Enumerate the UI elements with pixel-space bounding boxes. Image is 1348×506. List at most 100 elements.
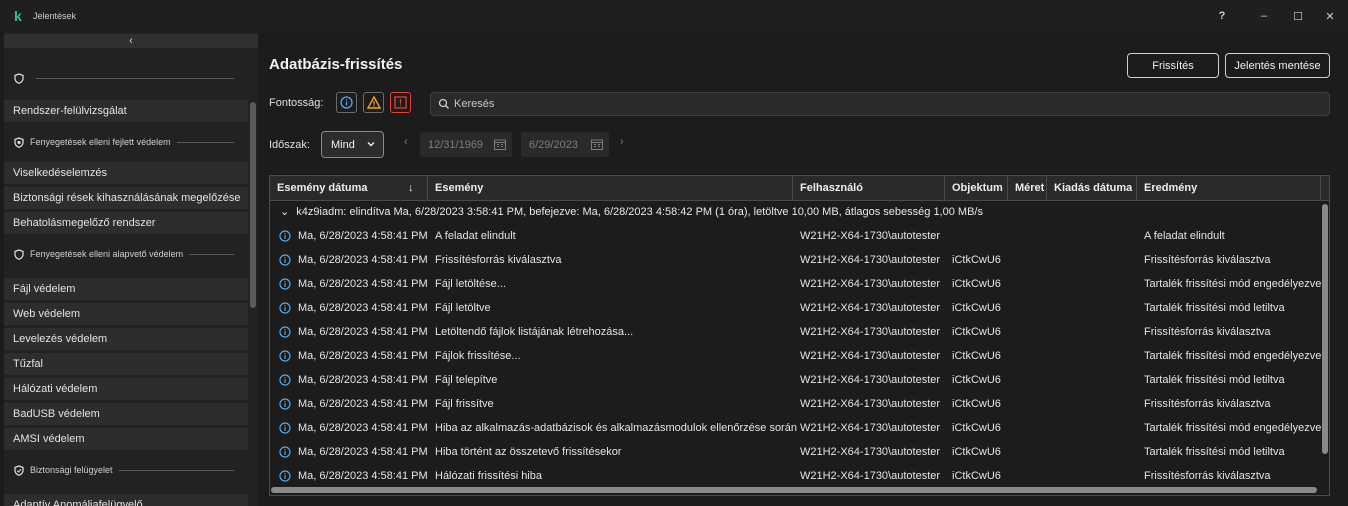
sidebar-item-badusb-protection[interactable]: BadUSB védelem <box>4 403 248 425</box>
sidebar-section-label: Fenyegetések elleni alapvető védelem <box>30 249 184 259</box>
events-table: Esemény dátuma ↓ Esemény Felhasználó Obj… <box>269 175 1330 496</box>
sidebar-section-top <box>4 64 248 92</box>
cell-event: Fájl telepítve <box>435 374 498 386</box>
table-row[interactable]: Ma, 6/28/2023 4:58:41 PM Letöltendő fájlo… <box>270 320 1320 344</box>
cell-event: Hálózati frissítési hiba <box>435 470 542 482</box>
sidebar-item-behavior-analysis[interactable]: Viselkedéselemzés <box>4 162 248 184</box>
cell-user: W21H2-X64-1730\autotester <box>800 446 941 458</box>
cell-date: Ma, 6/28/2023 4:58:41 PM <box>298 302 428 314</box>
cell-user: W21H2-X64-1730\autotester <box>800 278 941 290</box>
prev-period-button[interactable]: ‹ <box>404 136 408 148</box>
cell-date: Ma, 6/28/2023 4:58:41 PM <box>298 326 428 338</box>
cell-user: W21H2-X64-1730\autotester <box>800 302 941 314</box>
chevron-down-icon[interactable]: ⌄ <box>280 206 289 218</box>
column-header-object[interactable]: Objektum <box>945 176 1008 200</box>
info-icon <box>279 230 291 242</box>
cell-result: Frissítésforrás kiválasztva <box>1144 254 1271 266</box>
cell-event: Letöltendő fájlok listájának létrehozása… <box>435 326 634 338</box>
calendar-icon <box>591 139 603 150</box>
warning-icon <box>366 96 381 109</box>
table-row[interactable]: Ma, 6/28/2023 4:58:41 PM Hiba az alkalmaz… <box>270 416 1321 440</box>
update-button[interactable]: Frissítés <box>1127 53 1219 78</box>
period-label: Időszak: <box>269 139 310 151</box>
shield-icon <box>14 248 24 260</box>
table-vertical-scrollbar[interactable] <box>1322 204 1328 454</box>
sidebar-scrollbar[interactable] <box>250 102 256 308</box>
column-header-date[interactable]: Esemény dátuma ↓ <box>270 176 428 200</box>
severity-label: Fontosság: <box>269 97 324 109</box>
sidebar-item-anomaly-control[interactable]: Adaptív Anomáliafelügyelő <box>4 494 248 506</box>
cell-object: iCtkCwU6 <box>952 326 1001 338</box>
cell-result: Tartalék frissítési mód engedélyezve <box>1144 350 1322 362</box>
cell-object: iCtkCwU6 <box>952 302 1001 314</box>
cell-date: Ma, 6/28/2023 4:58:41 PM <box>298 470 428 482</box>
cell-result: A feladat elindult <box>1144 230 1225 242</box>
table-row[interactable]: Ma, 6/28/2023 4:58:41 PM Frissítésforrás … <box>270 248 1320 272</box>
cell-date: Ma, 6/28/2023 4:58:41 PM <box>298 350 428 362</box>
date-from-input[interactable]: 12/31/1969 <box>420 132 512 157</box>
sidebar-item-amsi-protection[interactable]: AMSI védelem <box>4 428 248 450</box>
calendar-icon <box>494 139 506 150</box>
date-to-input[interactable]: 6/29/2023 <box>521 132 609 157</box>
cell-result: Tartalék frissítési mód letiltva <box>1144 302 1285 314</box>
sidebar-item-system-scan[interactable]: Rendszer-felülvizsgálat <box>4 100 248 122</box>
cell-result: Frissítésforrás kiválasztva <box>1144 326 1271 338</box>
severity-critical-toggle[interactable] <box>390 92 411 113</box>
column-header-release-date[interactable]: Kiadás dátuma <box>1047 176 1137 200</box>
sidebar-item-mail-protection[interactable]: Levelezés védelem <box>4 328 248 350</box>
shield-eye-icon <box>14 136 24 148</box>
sidebar-item-exploit-prevention[interactable]: Biztonsági rések kihasználásának megelőz… <box>4 187 248 209</box>
cell-user: W21H2-X64-1730\autotester <box>800 398 941 410</box>
close-button[interactable]: ✕ <box>1312 0 1348 32</box>
cell-event: Fájl letöltve <box>435 302 491 314</box>
info-icon <box>340 96 353 109</box>
sidebar-item-firewall[interactable]: Tűzfal <box>4 353 248 375</box>
task-group-summary: k4z9iadm: elindítva Ma, 6/28/2023 3:58:4… <box>296 206 983 218</box>
table-row[interactable]: Ma, 6/28/2023 4:58:41 PM Hálózati frissít… <box>270 464 1320 488</box>
severity-warning-toggle[interactable] <box>363 92 384 113</box>
kaspersky-logo-icon: k <box>14 8 22 24</box>
cell-date: Ma, 6/28/2023 4:58:41 PM <box>298 230 428 242</box>
table-row[interactable]: Ma, 6/28/2023 4:58:41 PM A feladat elindu… <box>270 224 1320 248</box>
chevron-down-icon <box>367 142 375 147</box>
minimize-button[interactable]: – <box>1246 0 1282 32</box>
date-from-value: 12/31/1969 <box>428 138 484 151</box>
table-row[interactable]: Ma, 6/28/2023 4:58:41 PM Fájl letöltve W21… <box>270 296 1320 320</box>
sidebar-item-file-protection[interactable]: Fájl védelem <box>4 278 248 300</box>
sidebar-item-web-protection[interactable]: Web védelem <box>4 303 248 325</box>
sidebar-item-network-protection[interactable]: Hálózati védelem <box>4 378 248 400</box>
cell-event: Fájlok frissítése... <box>435 350 521 362</box>
column-header-result[interactable]: Eredmény <box>1137 176 1321 200</box>
table-horizontal-scrollbar[interactable] <box>271 487 1317 493</box>
help-button[interactable]: ? <box>1204 0 1240 32</box>
maximize-button[interactable]: ☐ <box>1280 0 1316 32</box>
sidebar-section-advanced: Fenyegetések elleni fejlett védelem <box>4 128 248 156</box>
table-row[interactable]: Ma, 6/28/2023 4:58:41 PM Fájl frissítve W2… <box>270 392 1320 416</box>
period-select[interactable]: Mind <box>321 131 384 158</box>
cell-object: iCtkCwU6 <box>952 422 1001 434</box>
column-header-event[interactable]: Esemény <box>428 176 793 200</box>
cell-user: W21H2-X64-1730\autotester <box>800 350 941 362</box>
task-group-row[interactable]: ⌄ k4z9iadm: elindítva Ma, 6/28/2023 3:58… <box>270 201 1320 223</box>
next-period-button[interactable]: › <box>620 136 624 148</box>
cell-date: Ma, 6/28/2023 4:58:41 PM <box>298 446 428 458</box>
sidebar-item-intrusion-prevention[interactable]: Behatolásmegelőző rendszer <box>4 212 248 234</box>
table-row[interactable]: Ma, 6/28/2023 4:58:41 PM Fájl telepítve W2… <box>270 368 1320 392</box>
cell-result: Tartalék frissítési mód letiltva <box>1144 374 1285 386</box>
save-report-button[interactable]: Jelentés mentése <box>1225 53 1330 78</box>
cell-result: Tartalék frissítési mód letiltva <box>1144 446 1285 458</box>
column-header-user[interactable]: Felhasználó <box>793 176 945 200</box>
info-icon <box>279 278 291 290</box>
info-icon <box>279 398 291 410</box>
severity-info-toggle[interactable] <box>336 92 357 113</box>
cell-result: Frissítésforrás kiválasztva <box>1144 398 1271 410</box>
table-row[interactable]: Ma, 6/28/2023 4:58:41 PM Fájlok frissítés… <box>270 344 1322 368</box>
section-divider <box>176 141 234 143</box>
table-row[interactable]: Ma, 6/28/2023 4:58:41 PM Fájl letöltése..… <box>270 272 1321 296</box>
sidebar-collapse-button[interactable]: ‹ <box>4 34 258 48</box>
search-input[interactable]: Keresés <box>430 92 1330 116</box>
table-row[interactable]: Ma, 6/28/2023 4:58:41 PM Hiba történt az … <box>270 440 1320 464</box>
cell-date: Ma, 6/28/2023 4:58:41 PM <box>298 374 428 386</box>
column-header-size[interactable]: Méret <box>1008 176 1047 200</box>
cell-user: W21H2-X64-1730\autotester <box>800 374 941 386</box>
